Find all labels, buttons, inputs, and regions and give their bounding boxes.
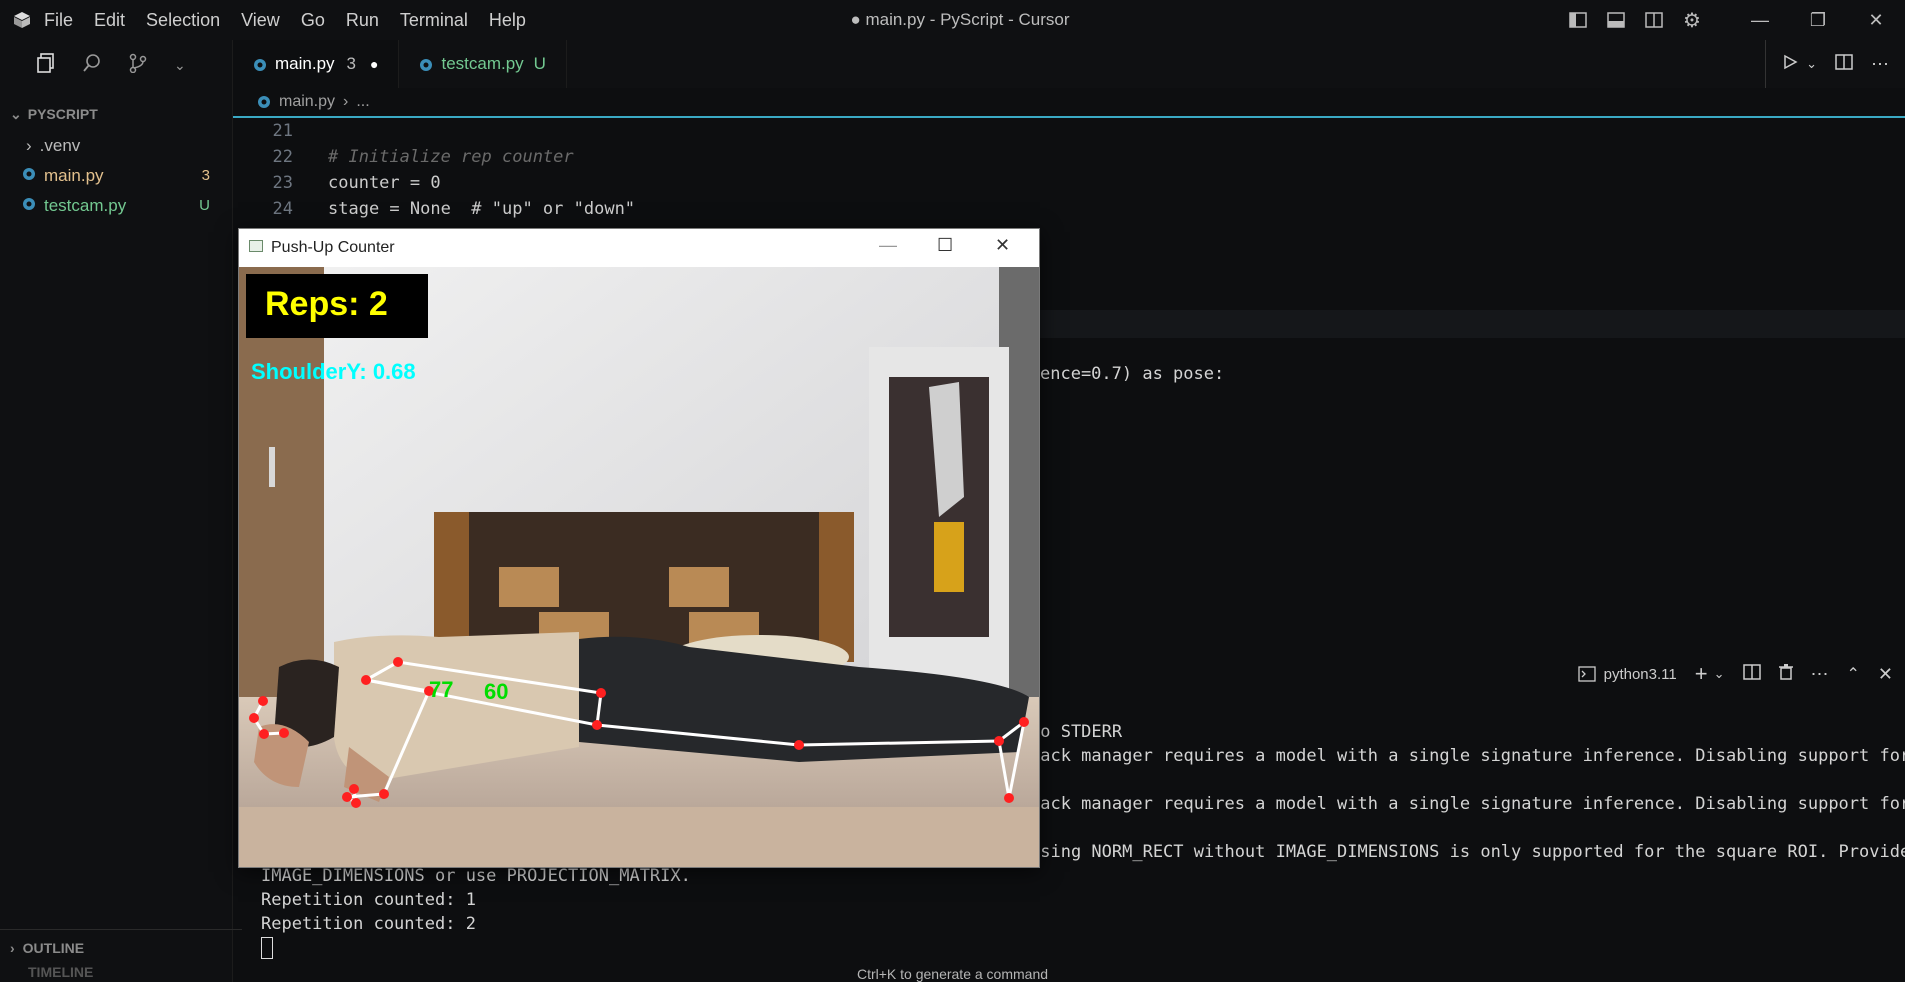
maximize-icon[interactable]: ☐ (937, 235, 953, 256)
shoulder-y-readout: ShoulderY: 0.68 (251, 359, 416, 384)
code-line: 22 # Initialize rep counter (272, 147, 574, 167)
explorer-sidebar: ⌄ ⌄ PYSCRIPT › .venv main.py 3 testcam.py U … (0, 40, 242, 982)
terminal-cursor (233, 936, 1905, 960)
chevron-down-icon: ⌄ (10, 106, 22, 122)
python-file-icon (253, 57, 267, 71)
chevron-down-icon[interactable]: ⌄ (1714, 666, 1725, 682)
terminal-instance[interactable]: python3.11 (1577, 666, 1677, 683)
problem-count-badge: 3 (201, 167, 210, 184)
python-file-icon (419, 57, 433, 71)
breadcrumb-symbol[interactable]: ... (356, 93, 369, 111)
restore-icon[interactable]: ❐ (1789, 10, 1847, 31)
tab-main-py[interactable]: main.py 3 ● (233, 40, 400, 88)
python-file-icon (257, 95, 271, 109)
window-titlebar[interactable]: Push-Up Counter — ☐ ✕ (239, 229, 1039, 266)
explorer-icon[interactable] (36, 52, 56, 78)
split-terminal-icon[interactable] (1742, 664, 1761, 684)
tree-item-main-py[interactable]: main.py 3 (0, 161, 232, 191)
push-up-counter-window[interactable]: Push-Up Counter — ☐ ✕ Reps: 2 ShoulderY:… (238, 228, 1040, 868)
python-file-icon (22, 161, 36, 180)
menu-selection[interactable]: Selection (146, 10, 220, 30)
menu-bar: File Edit Selection View Go Run Terminal Help (44, 10, 547, 31)
chevron-down-icon[interactable]: ⌄ (1806, 56, 1817, 72)
trash-icon[interactable] (1778, 664, 1793, 684)
untracked-badge: U (199, 197, 210, 214)
terminal-icon (1577, 666, 1596, 682)
reps-counter: Reps: 2 (265, 285, 388, 323)
minimize-icon[interactable]: — (1731, 10, 1789, 31)
split-editor-icon[interactable] (1835, 53, 1853, 75)
close-window-icon[interactable]: ✕ (1847, 10, 1905, 31)
maximize-panel-icon[interactable]: ⌃ (1847, 664, 1860, 684)
toggle-panel-icon[interactable] (1604, 10, 1628, 30)
window-title: Push-Up Counter (271, 238, 395, 256)
terminal-panel-header: python3.11 + ⌄ ⋯ ⌃ ✕ (1035, 654, 1905, 694)
breadcrumb-file[interactable]: main.py (279, 93, 335, 111)
angle-label: 60 (484, 679, 509, 704)
chevron-right-icon: › (26, 136, 32, 155)
menu-view[interactable]: View (241, 10, 280, 30)
new-terminal-icon[interactable]: + (1695, 661, 1708, 687)
code-line: 21 (272, 121, 293, 141)
minimize-icon[interactable]: — (879, 235, 897, 256)
chevron-right-icon: › (10, 940, 15, 956)
project-header[interactable]: ⌄ PYSCRIPT (0, 90, 232, 123)
terminal-line: Repetition counted: 1 (261, 890, 476, 910)
source-control-icon[interactable] (128, 53, 148, 78)
camera-feed: Reps: 2 ShoulderY: 0.68 77 60 (239, 267, 1039, 867)
tab-untracked-badge: U (533, 54, 546, 73)
app-window-icon (249, 239, 263, 257)
more-actions-icon[interactable]: ⋯ (1871, 54, 1889, 75)
settings-gear-icon[interactable]: ⚙ (1680, 10, 1704, 32)
tab-problem-badge: 3 (346, 54, 356, 73)
terminal-line: Repetition counted: 2 (261, 914, 476, 934)
unsaved-dot-icon[interactable]: ● (370, 56, 378, 72)
code-fragment: ence=0.7) as pose: (1040, 364, 1225, 384)
editor-tabs: main.py 3 ● testcam.py U ⌄ ⋯ (233, 40, 1905, 88)
chevron-down-icon[interactable]: ⌄ (174, 57, 186, 74)
cursor-logo-icon (0, 11, 44, 29)
command-hint: Ctrl+K to generate a command (856, 966, 1049, 982)
outline-section[interactable]: › OUTLINE (0, 929, 242, 956)
menu-terminal[interactable]: Terminal (400, 10, 468, 30)
more-actions-icon[interactable]: ⋯ (1811, 664, 1829, 685)
tree-item-testcam-py[interactable]: testcam.py U (0, 191, 232, 221)
breadcrumb: main.py › ... (233, 88, 1905, 118)
run-icon[interactable] (1782, 54, 1798, 75)
menu-file[interactable]: File (44, 10, 73, 30)
toggle-secondary-sidebar-icon[interactable] (1642, 10, 1666, 30)
camera-frame (239, 267, 1039, 867)
angle-label: 77 (429, 677, 454, 702)
menu-run[interactable]: Run (346, 10, 379, 30)
editor-hidden-region (1036, 310, 1905, 338)
menu-edit[interactable]: Edit (94, 10, 125, 30)
tree-item-venv[interactable]: › .venv (0, 131, 232, 161)
code-line: 23 counter = 0 (272, 173, 441, 193)
title-bar: File Edit Selection View Go Run Terminal Help ●… (0, 0, 1905, 40)
close-window-icon[interactable]: ✕ (995, 235, 1010, 256)
chevron-right-icon: › (343, 93, 349, 110)
code-line: 24 stage = None # "up" or "down" (272, 199, 636, 219)
toggle-sidebar-icon[interactable] (1566, 10, 1590, 30)
tab-testcam-py[interactable]: testcam.py U (399, 40, 567, 88)
python-file-icon (22, 191, 36, 210)
search-icon[interactable] (82, 53, 102, 78)
close-panel-icon[interactable]: ✕ (1878, 664, 1893, 685)
menu-go[interactable]: Go (301, 10, 325, 30)
code-editor[interactable]: 21 22 # Initialize rep counter 23 counter … (233, 118, 1905, 222)
menu-help[interactable]: Help (489, 10, 526, 30)
